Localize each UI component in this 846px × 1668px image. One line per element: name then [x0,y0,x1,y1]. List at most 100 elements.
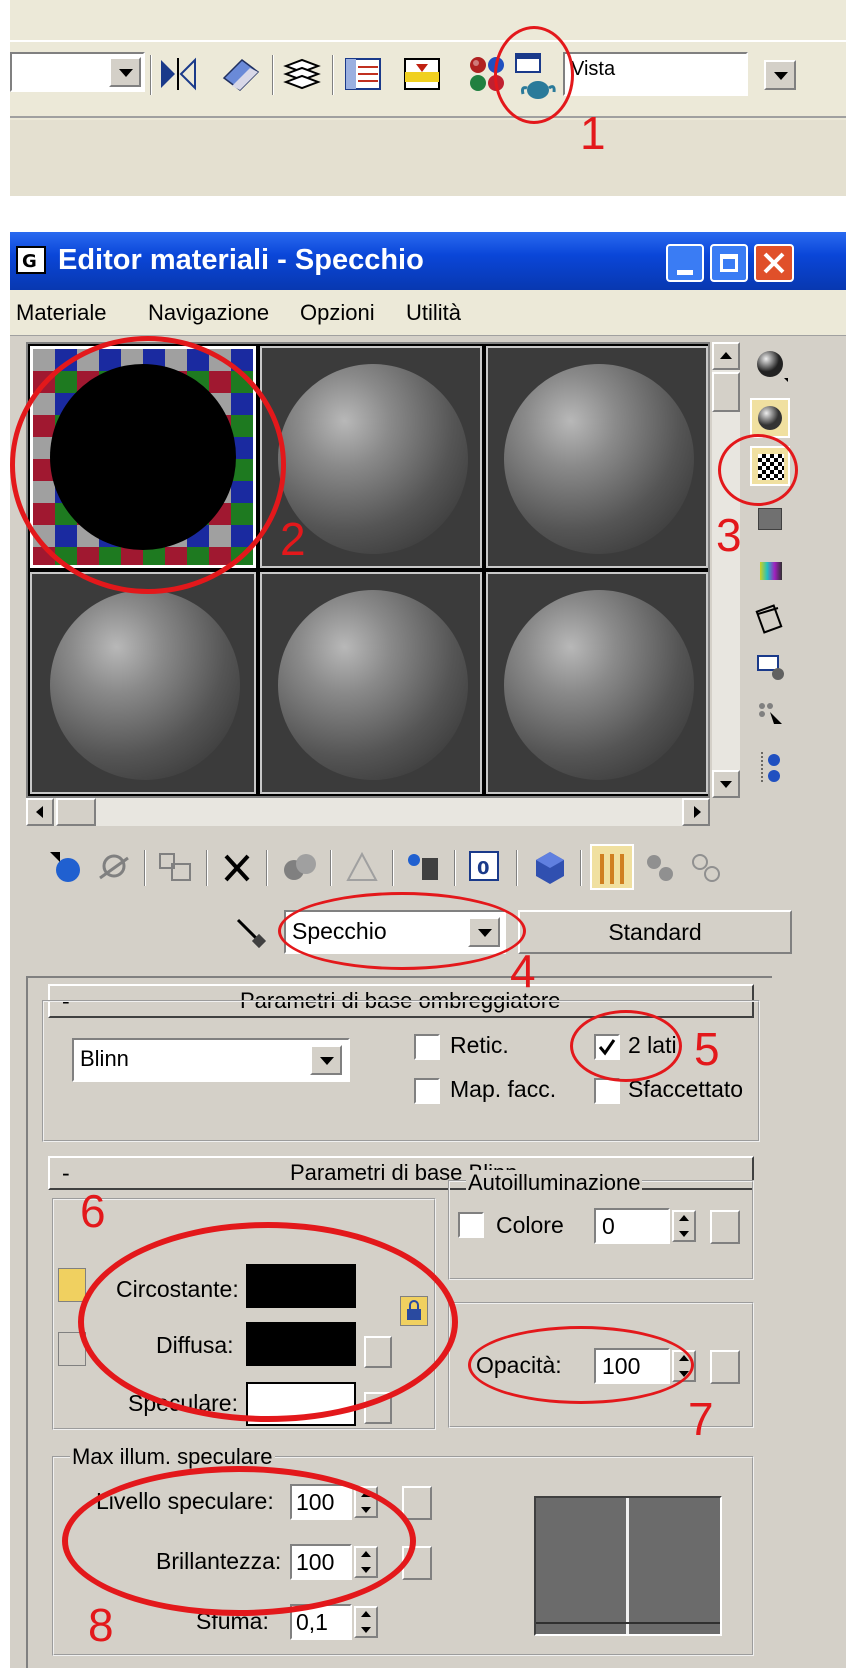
put-to-library-icon[interactable] [342,848,382,888]
annotation-circle-4 [278,892,526,970]
annotation-number-8: 8 [88,1599,114,1651]
menu-navigazione[interactable]: Navigazione [148,300,269,326]
annotation-number-3: 3 [716,509,742,561]
put-to-scene-icon[interactable] [96,848,136,888]
maximize-button[interactable] [710,244,748,282]
svg-text:G: G [22,251,37,272]
self-illum-color-label: Colore [496,1212,564,1238]
vertical-scrollbar[interactable] [712,342,740,798]
annotation-number-6: 6 [80,1185,106,1237]
menu-utilita[interactable]: Utilità [406,300,461,326]
title-bar: G Editor materiali - Specchio [10,232,846,290]
self-illum-value-field[interactable]: 0 [594,1208,670,1244]
menu-bar: Materiale Navigazione Opzioni Utilità [10,290,846,336]
annotation-circle-1 [494,26,574,124]
assign-to-selection-icon[interactable] [156,848,196,888]
material-effects-icon[interactable] [404,848,444,888]
wire-checkbox[interactable] [414,1034,440,1060]
close-icon [763,252,785,274]
annotation-circle-8 [62,1466,416,1616]
sample-slot-6[interactable] [486,572,708,794]
annotation-number-7: 7 [688,1393,714,1445]
soften-spinner[interactable] [354,1606,378,1638]
select-by-material-icon[interactable] [754,698,788,732]
self-illum-color-checkbox[interactable] [458,1212,484,1238]
menu-opzioni[interactable]: Opzioni [300,300,375,326]
highlight-curve-graph [534,1496,722,1636]
self-illum-map-button[interactable] [710,1210,740,1244]
scroll-left-button[interactable] [26,798,54,826]
go-forward-sibling-icon[interactable] [686,848,726,888]
show-map-in-viewport-icon[interactable] [530,848,570,888]
view-dropdown[interactable]: Vista [563,52,748,96]
material-type-button[interactable]: Standard [518,910,792,954]
scroll-down-button[interactable] [712,770,740,798]
svg-text:0: 0 [477,858,490,879]
top-toolbar-area: Vista 1 [10,0,846,196]
app-icon: G [16,246,46,274]
view-dropdown-value: Vista [571,58,616,80]
faceted-checkbox[interactable] [594,1078,620,1104]
sample-uv-tiling-icon[interactable] [754,504,788,538]
backlight-icon[interactable] [750,398,790,438]
scroll-thumb[interactable] [712,372,740,412]
face-map-label: Map. facc. [450,1076,557,1102]
material-editor-window: G Editor materiali - Specchio Materiale … [10,232,846,1668]
schematic-view-icon[interactable] [402,56,442,92]
annotation-circle-7 [468,1326,694,1404]
dropdown-arrow-icon[interactable] [109,57,141,87]
go-to-parent-icon[interactable] [640,848,680,888]
shader-type-value: Blinn [80,1046,129,1071]
annotation-number-1: 1 [580,107,606,159]
scroll-h-thumb[interactable] [56,798,96,826]
pick-material-icon[interactable] [232,914,268,950]
scroll-right-button[interactable] [682,798,710,826]
faceted-label: Sfaccettato [628,1076,744,1102]
annotation-number-2: 2 [280,513,306,565]
eraser-icon[interactable] [220,56,264,94]
options-icon[interactable] [754,652,788,686]
delete-icon[interactable] [218,848,258,888]
self-illum-group-title: Autoilluminazione [466,1170,643,1196]
sample-slot-4[interactable] [30,572,256,794]
dropdown-arrow-icon[interactable] [310,1045,342,1075]
opacity-map-button[interactable] [710,1350,740,1384]
shader-type-dropdown[interactable]: Blinn [72,1038,350,1082]
layers-icon[interactable] [282,56,322,92]
get-material-icon[interactable] [46,848,86,888]
mirror-icon[interactable] [158,56,198,92]
annotation-number-5: 5 [694,1023,720,1075]
self-illum-spinner[interactable] [672,1210,696,1242]
ambient-lock-icon[interactable] [58,1268,86,1302]
annotation-circle-5 [570,1010,682,1082]
material-navigator-icon[interactable] [754,748,788,788]
scroll-up-button[interactable] [712,342,740,370]
soften-value: 0,1 [296,1609,328,1635]
track-view-icon[interactable] [343,56,383,92]
map-channel-icon[interactable]: 0 [466,848,506,888]
rollout-collapse-sign: - [62,1160,70,1186]
minimize-button[interactable] [666,244,704,282]
window-title: Editor materiali - Specchio [58,244,424,276]
make-unique-icon[interactable] [280,848,320,888]
annotation-circle-3 [718,434,798,506]
dropdown-arrow-icon[interactable] [764,60,796,90]
video-color-check-icon[interactable] [754,554,788,588]
menu-materiale[interactable]: Materiale [16,300,106,326]
selection-dropdown[interactable] [10,52,145,92]
horizontal-scrollbar[interactable] [26,798,710,826]
sample-type-icon[interactable] [754,348,790,384]
wire-label: Retic. [450,1032,509,1058]
sample-slot-3[interactable] [486,346,708,568]
spec-level-map-button[interactable] [402,1486,432,1520]
self-illum-value: 0 [602,1213,615,1239]
material-type-label: Standard [608,919,702,945]
close-button[interactable] [754,244,794,282]
sample-slot-5[interactable] [260,572,482,794]
material-tools-row: 0 [26,842,846,894]
annotation-number-4: 4 [510,945,536,997]
make-preview-icon[interactable] [754,602,790,638]
show-end-result-icon[interactable] [590,844,634,890]
annotation-circle-6 [78,1222,458,1422]
face-map-checkbox[interactable] [414,1078,440,1104]
